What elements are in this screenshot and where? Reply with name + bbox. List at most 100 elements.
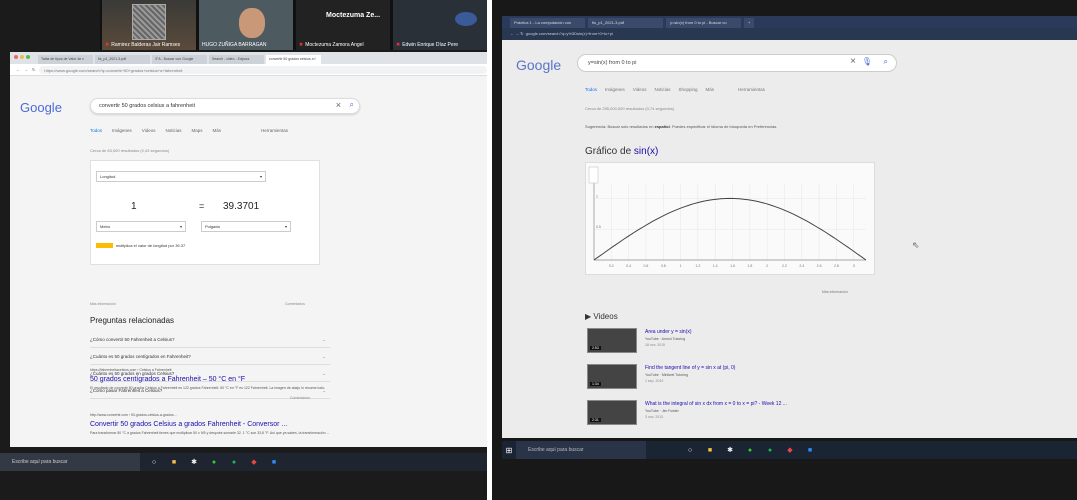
sin-graph[interactable]: 0.2 0.4 0.6 0.8 1 1.2 1.4 1.6 1.8 2 2.2 2.4 2.6 2.8 3 0… [585,162,875,275]
video-title[interactable]: What is the integral of sin x dx from x … [645,401,787,407]
reload-icon[interactable]: ↻ [32,67,35,72]
url-field[interactable]: https://www.google.com/search?q=converti… [39,65,487,74]
video-result[interactable]: 2:53 Area under y = sin(x) YouTube · Anm… [587,328,887,353]
spotify-icon[interactable]: ● [766,446,774,454]
windows-start-icon[interactable]: ⊞ [502,446,516,455]
tab-videos[interactable]: Videos [633,87,647,92]
search-icon[interactable]: ⌕ [350,100,354,110]
spotify-icon[interactable]: ● [230,458,238,466]
tab-images[interactable]: Imágenes [605,87,625,92]
settings-icon[interactable]: ✱ [190,458,198,466]
app-icon[interactable]: ◆ [250,458,258,466]
tab-news[interactable]: Noticias [654,87,670,92]
chrome-icon[interactable]: ● [746,446,754,454]
browser-tab[interactable]: Search - video - Edpuzz [209,55,264,64]
zoom-icon[interactable]: ■ [806,446,814,454]
language-link[interactable]: español [655,124,670,129]
url-field[interactable]: ← → ↻ google.com/search?q=y%3Dsin(x)+fro… [502,28,1077,40]
to-unit-select[interactable]: Pulgada ▾ [201,221,291,232]
browser-tab[interactable]: Práctica 1 - La computación con [510,18,585,28]
result-1-title[interactable]: 50 grados centígrados a Fahrenheit – 50 … [90,376,245,383]
video-thumbnail[interactable]: 2:31 [587,400,637,425]
video-title[interactable]: Find the tangent line of y = sin x at (p… [645,365,735,371]
browser-tab[interactable]: fis_p1_2021-3.pdf [95,55,150,64]
tab-maps[interactable]: Maps [191,128,202,133]
taskbar-search-input[interactable]: Escribe aquí para buscar [0,453,140,471]
clear-icon[interactable]: × [336,100,341,110]
tab-shopping[interactable]: Shopping [678,87,697,92]
tab-images[interactable]: Imágenes [112,128,132,133]
videos-heading: ▶ Videos [585,312,618,321]
video-duration: 2:53 [590,346,601,350]
participant-tile[interactable]: ✖ Edwin Enrique Díaz Pere [393,0,487,50]
result-2-title[interactable]: Convertir 50 grados Celsius a grados Fah… [90,421,287,428]
back-icon[interactable]: ← [16,67,20,72]
participant-tile[interactable]: HUGO ZUÑIGA BARRAGAN [199,0,293,50]
more-info-link[interactable]: Más información [822,290,848,294]
to-value-input[interactable]: 39.3701 [223,201,259,212]
video-thumbnail[interactable]: 2:53 [587,328,637,353]
browser-tab-active[interactable]: convertir 50 grados celsius a f [266,55,321,64]
participant-tile[interactable]: Moctezuma Ze... ✖ Moctezuma Zamora Angel [296,0,390,50]
file-explorer-icon[interactable]: ■ [170,458,178,466]
video-icon: ▶ [585,312,592,321]
video-title[interactable]: Area under y = sin(x) [645,329,692,335]
task-view-icon[interactable]: ○ [150,458,158,466]
tab-all[interactable]: Todos [585,87,597,92]
left-screen-photo: ✖ Ramirez Balderas Jair Ramses HUGO ZUÑIG… [0,0,487,500]
from-value-input[interactable]: 1 [131,201,137,212]
video-result[interactable]: 2:31 What is the integral of sin x dx fr… [587,400,887,425]
tab-all[interactable]: Todos [90,128,102,133]
browser-tab[interactable]: 3°A - Buscar con Google [152,55,207,64]
x-tick-label: 1.6 [730,264,735,268]
forward-icon[interactable]: → [24,67,28,72]
minimize-window-icon[interactable] [20,55,24,59]
tab-videos[interactable]: Videos [142,128,156,133]
search-icon[interactable]: ⌕ [884,57,888,67]
task-view-icon[interactable]: ○ [686,446,694,454]
from-unit-select[interactable]: Metro ▾ [96,221,186,232]
chrome-icon[interactable]: ● [210,458,218,466]
comments-link[interactable]: Comentarios [290,396,310,400]
settings-icon[interactable]: ✱ [726,446,734,454]
comments-link[interactable]: Comentarios [285,302,305,306]
tools-button[interactable]: Herramientas [261,128,288,133]
tools-button[interactable]: Herramientas [738,87,765,92]
faq-item[interactable]: ¿Cuánto es 50 grados centígrados en Fahr… [90,349,330,365]
maximize-window-icon[interactable] [26,55,30,59]
new-tab-icon[interactable]: + [744,18,754,28]
google-logo[interactable]: Google [20,100,62,115]
zoom-icon[interactable]: ■ [270,458,278,466]
search-input[interactable]: convertir 50 grados celsius a fahrenheit… [90,98,360,114]
tab-news[interactable]: Noticias [165,128,181,133]
tab-more[interactable]: Más [213,128,222,133]
participant-video [239,8,265,38]
microphone-icon[interactable]: 🎙︎ [862,57,872,66]
participant-name: ✖ Edwin Enrique Díaz Pere [396,42,459,48]
search-input[interactable]: y=sin(x) from 0 to pi × 🎙︎ ⌕ [577,54,897,72]
google-logo[interactable]: Google [516,57,561,73]
video-thumbnail[interactable]: 1:34 [587,364,637,389]
y-tick-label: 1 [596,194,598,198]
result-stats: Cerca de 295,000,000 resultados (0,74 se… [585,106,675,111]
faq-item[interactable]: ¿Cómo convertir 50 Fahrenheit a Celsius?… [90,332,330,348]
left-browser-window: Tabla de tipos de Valor de c fis_p1_2021… [10,52,487,447]
video-source: YouTube · Minilwel Tutoring [645,373,688,377]
clear-icon[interactable]: × [850,56,856,67]
file-explorer-icon[interactable]: ■ [706,446,714,454]
tab-more[interactable]: Más [706,87,715,92]
video-date: 18 nov. 2015 [645,343,665,347]
close-window-icon[interactable] [14,55,18,59]
video-result[interactable]: 1:34 Find the tangent line of y = sin x … [587,364,887,389]
category-select[interactable]: Longitud ▾ [96,171,266,182]
more-info-link[interactable]: Más información [90,302,116,306]
app-icon[interactable]: ◆ [786,446,794,454]
participant-tile[interactable]: ✖ Ramirez Balderas Jair Ramses [102,0,196,50]
video-duration: 1:34 [590,382,601,386]
browser-tab-active[interactable]: y=sin(x) from 0 to pi - Buscar co [666,18,741,28]
browser-tab-bar: Tabla de tipos de Valor de c fis_p1_2021… [10,52,487,64]
chevron-down-icon: ▾ [284,224,287,229]
browser-tab[interactable]: fis_p1_2021-3.pdf [588,18,663,28]
browser-tab[interactable]: Tabla de tipos de Valor de c [38,55,93,64]
taskbar-search-input[interactable]: Escribe aquí para buscar [516,441,646,459]
